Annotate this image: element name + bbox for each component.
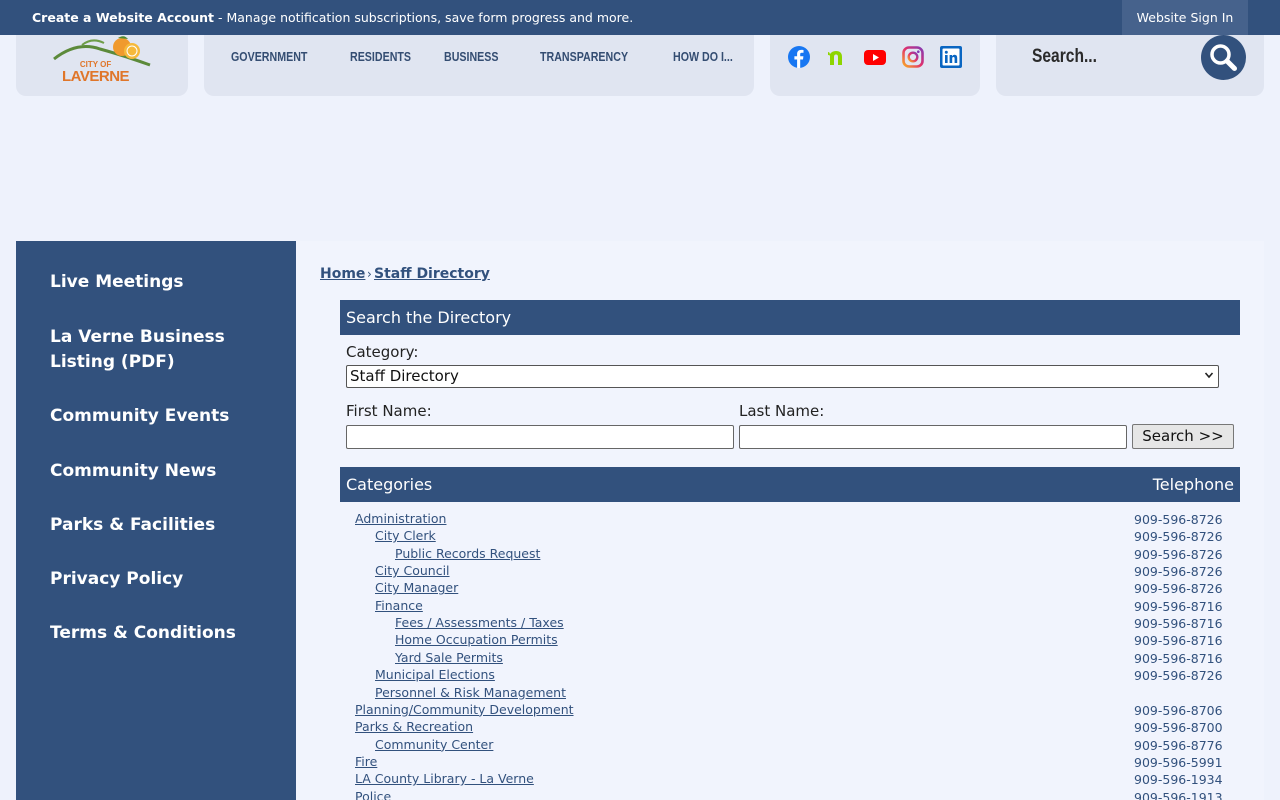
category-link[interactable]: City Manager [375,580,458,595]
facebook-icon[interactable] [788,46,810,68]
sidebar-item-live-meetings[interactable]: Live Meetings [50,270,270,295]
social-links [770,35,980,96]
category-link[interactable]: Public Records Request [395,546,540,561]
nav-government[interactable]: GOVERNMENT [231,49,307,64]
main-nav: GOVERNMENT RESIDENTS BUSINESS TRANSPAREN… [204,35,754,96]
search-icon [1210,44,1237,71]
category-link[interactable]: Municipal Elections [375,667,495,682]
youtube-icon[interactable] [864,46,886,68]
category-link[interactable]: Community Center [375,737,493,752]
logo-line-2: LAVERNE [62,68,130,85]
telephone-column-header: Telephone [1152,475,1234,494]
nav-residents[interactable]: RESIDENTS [350,49,411,64]
create-account-description: - Manage notification subscriptions, sav… [214,10,634,25]
first-name-input[interactable] [346,425,734,449]
categories-column-header: Categories [346,475,433,494]
main-content: Home › Staff Directory Search the Direct… [296,241,1264,800]
category-phone: 909-596-8716 [1134,633,1223,649]
instagram-icon[interactable] [902,46,924,68]
sidebar-item-community-news[interactable]: Community News [50,459,270,484]
category-link[interactable]: Finance [375,598,423,613]
category-link[interactable]: City Clerk [375,528,436,543]
top-bar: Create a Website Account - Manage notifi… [0,0,1280,35]
nav-transparency[interactable]: TRANSPARENCY [540,49,628,64]
category-phone: 909-596-8726 [1134,581,1223,597]
directory-search-title: Search the Directory [346,308,512,327]
create-account-title[interactable]: Create a Website Account [32,10,214,25]
nav-business[interactable]: BUSINESS [444,49,499,64]
categories-header: Categories Telephone [340,467,1240,502]
category-link[interactable]: Fees / Assessments / Taxes [395,615,564,630]
site-search: Search... [996,35,1264,96]
website-sign-in-button[interactable]: Website Sign In [1122,0,1248,35]
category-link[interactable]: City Council [375,563,450,578]
category-phone: 909-596-5991 [1134,754,1223,770]
create-account-link[interactable]: Create a Website Account - Manage notifi… [32,10,633,25]
category-link[interactable]: Planning/Community Development [355,702,574,717]
category-phone: 909-596-8726 [1134,512,1223,527]
category-phone: 909-596-8716 [1134,598,1223,614]
sidebar-item-terms-conditions[interactable]: Terms & Conditions [50,621,270,646]
category-link[interactable]: Fire [355,754,377,769]
category-select-value: Staff Directory [350,367,459,385]
last-name-label: Last Name: [739,402,825,420]
category-phone: 909-596-8716 [1134,616,1223,632]
search-button[interactable] [1201,35,1246,80]
first-name-label: First Name: [346,402,432,420]
category-link[interactable]: LA County Library - La Verne [355,771,534,786]
category-phone: 909-596-1934 [1134,772,1223,788]
category-link[interactable]: Administration [355,511,446,526]
category-phone: 909-596-8700 [1134,720,1223,736]
sidebar-item-privacy-policy[interactable]: Privacy Policy [50,567,270,592]
nav-how-do-i[interactable]: HOW DO I... [673,49,733,64]
category-link[interactable]: Police [355,789,391,800]
breadcrumb-staff-directory[interactable]: Staff Directory [374,266,490,282]
sidebar-item-parks-facilities[interactable]: Parks & Facilities [50,513,270,538]
category-phone: 909-596-1913 [1134,789,1223,800]
category-phone: 909-596-8726 [1134,529,1223,545]
category-label: Category: [346,343,419,361]
category-phone: 909-596-8776 [1134,737,1223,753]
directory-search-button[interactable]: Search >> [1132,424,1234,449]
sidebar-item-business-listing[interactable]: La Verne Business Listing (PDF) [50,325,270,375]
category-link[interactable]: Home Occupation Permits [395,632,558,647]
category-link[interactable]: Parks & Recreation [355,719,473,734]
sidebar: Live Meetings La Verne Business Listing … [16,241,296,800]
last-name-input[interactable] [739,425,1127,449]
breadcrumb-home[interactable]: Home [320,266,365,282]
linkedin-icon[interactable] [940,46,962,68]
category-link[interactable]: Personnel & Risk Management [375,685,566,700]
category-phone: 909-596-8716 [1134,650,1223,666]
category-phone: 909-596-8726 [1134,668,1223,684]
nextdoor-icon[interactable] [826,46,848,68]
breadcrumb-separator: › [367,267,372,281]
category-select[interactable]: Staff Directory [346,365,1219,388]
search-input[interactable]: Search... [1032,46,1097,68]
category-phone: 909-596-8706 [1134,702,1223,718]
logo-panel: CITY OF LAVERNE [16,35,188,96]
sidebar-item-community-events[interactable]: Community Events [50,404,270,429]
category-phone: 909-596-8726 [1134,564,1223,580]
city-logo-text: CITY OF LAVERNE [62,61,130,85]
directory-search-header: Search the Directory [340,300,1240,335]
category-phone: 909-596-8726 [1134,546,1223,562]
category-link[interactable]: Yard Sale Permits [395,650,503,665]
chevron-down-icon [1204,372,1214,379]
